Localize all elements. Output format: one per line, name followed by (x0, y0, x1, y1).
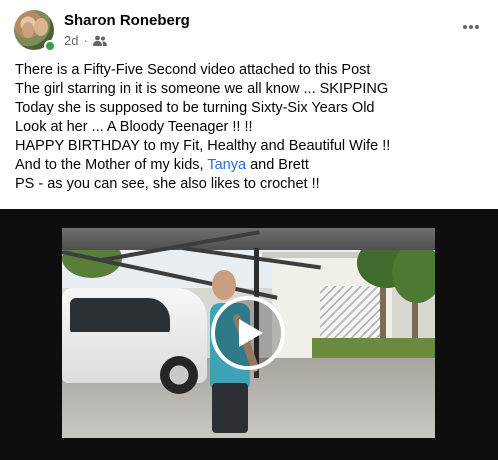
post-text-line: Look at her ... A Bloody Teenager !! !! (15, 119, 253, 135)
post-text-line: There is a Fifty-Five Second video attac… (15, 62, 371, 78)
post-text-line: HAPPY BIRTHDAY to my Fit, Healthy and Be… (15, 138, 391, 154)
post-header: Sharon Roneberg 2d · (14, 10, 484, 54)
more-options-button[interactable] (458, 14, 484, 40)
more-horizontal-icon (463, 25, 479, 29)
meta-separator: · (83, 33, 88, 48)
play-button[interactable] (211, 296, 285, 370)
post-text-line: Today she is supposed to be turning Sixt… (15, 100, 375, 116)
friends-icon[interactable] (92, 35, 107, 47)
post-time[interactable]: 2d (64, 33, 78, 48)
play-icon (239, 319, 263, 347)
mother-line-suffix: and Brett (246, 157, 309, 173)
post-text-line-ps: PS - as you can see, she also likes to c… (15, 176, 320, 192)
mother-line-prefix: And to the Mother of my kids, (15, 157, 208, 173)
post-meta: 2d · (64, 33, 107, 48)
mention-link[interactable]: Tanya (207, 157, 246, 173)
post-text-line-mother: And to the Mother of my kids, Tanya and … (15, 156, 483, 175)
post-text-line: The girl starring in it is someone we al… (15, 81, 389, 97)
facebook-post: Sharon Roneberg 2d · There is a Fifty-Fi (0, 0, 498, 460)
post-text: There is a Fifty-Five Second video attac… (15, 61, 483, 194)
author-name[interactable]: Sharon Roneberg (64, 12, 190, 29)
online-status-dot (44, 40, 56, 52)
